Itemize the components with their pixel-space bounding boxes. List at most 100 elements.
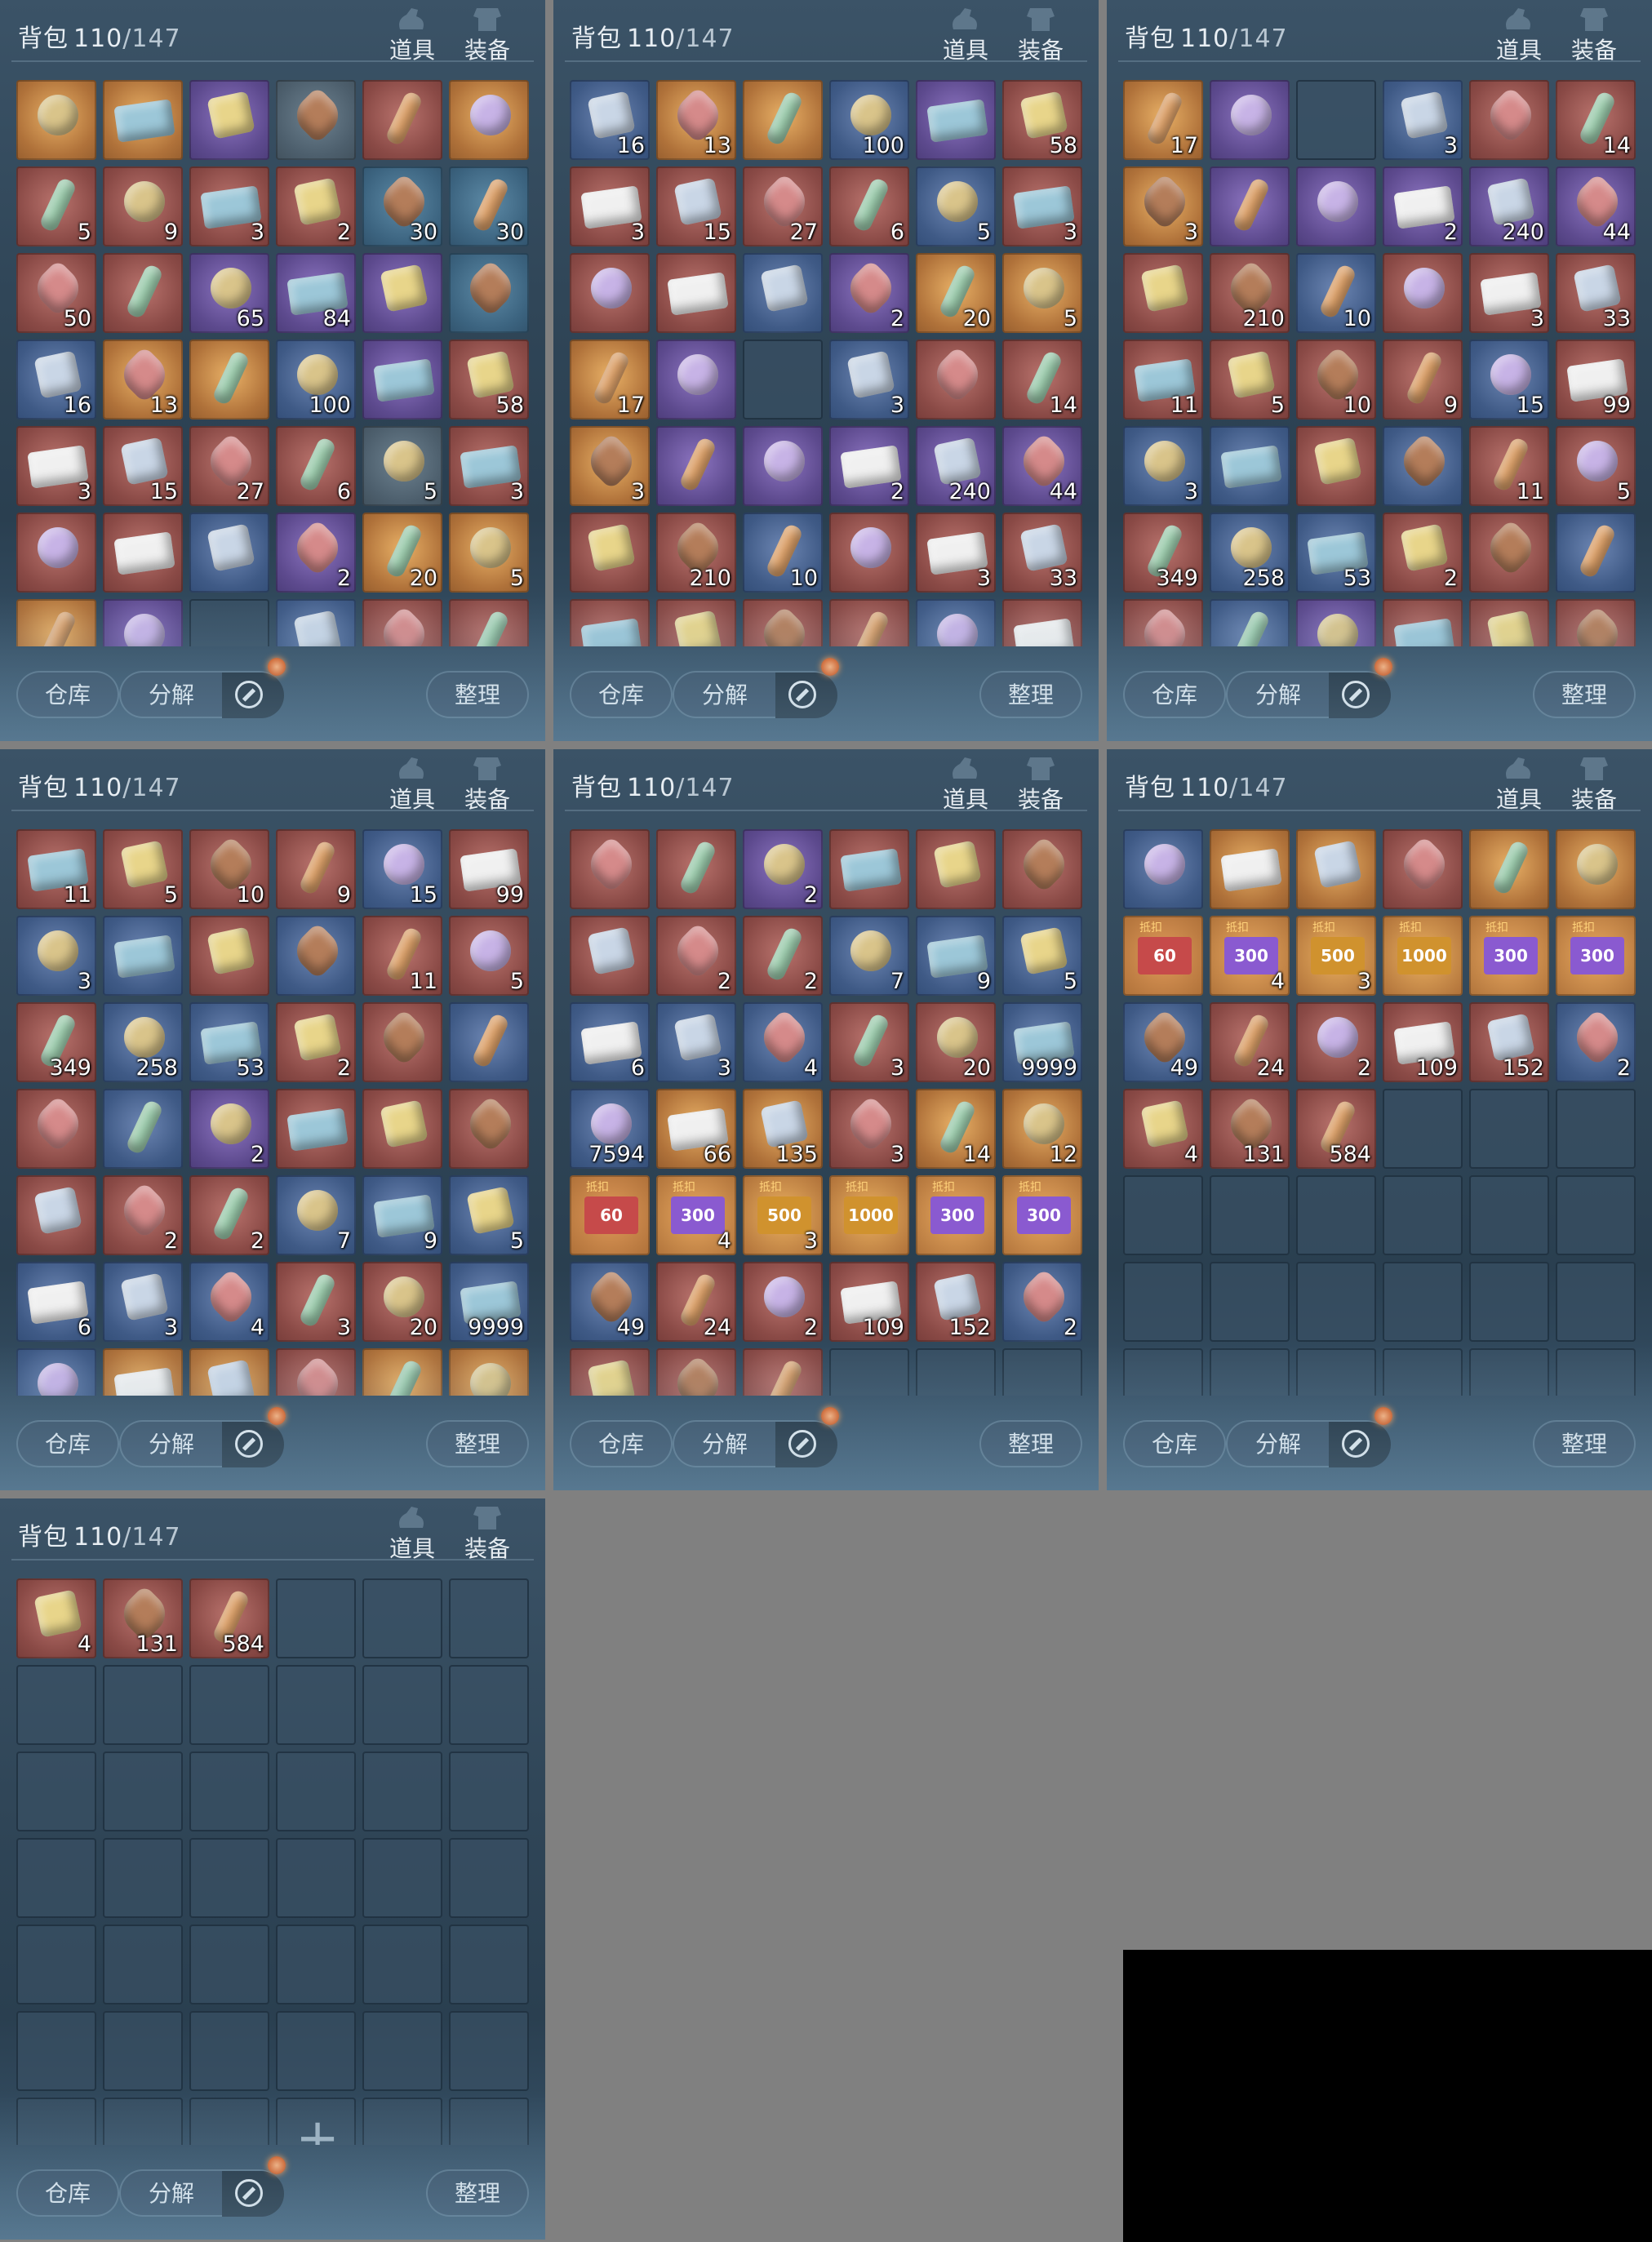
inventory-slot[interactable] [362, 340, 442, 420]
inventory-slot[interactable]: 4 [189, 1262, 269, 1342]
inventory-slot[interactable] [1296, 829, 1376, 909]
inventory-slot[interactable] [1002, 829, 1082, 909]
inventory-slot[interactable]: 66 [103, 1348, 183, 1396]
decompose-button[interactable]: 分解 [673, 1420, 837, 1467]
inventory-slot[interactable]: 2 [1296, 1002, 1376, 1082]
inventory-slot[interactable]: 27 [189, 426, 269, 506]
inventory-slot[interactable]: 3 [829, 1002, 909, 1082]
inventory-slot[interactable] [1123, 253, 1203, 333]
inventory-slot[interactable]: 109 [1383, 1002, 1463, 1082]
inventory-slot[interactable]: 3 [916, 513, 996, 593]
inventory-slot[interactable]: 20 [916, 1002, 996, 1082]
inventory-slot[interactable]: 584 [189, 1578, 269, 1658]
empty-slot[interactable] [1123, 1262, 1203, 1342]
inventory-slot[interactable] [276, 80, 356, 160]
inventory-slot[interactable]: 240 [916, 426, 996, 506]
inventory-slot[interactable]: 27 [743, 166, 823, 246]
empty-slot[interactable] [1296, 80, 1376, 160]
empty-slot[interactable] [1383, 1089, 1463, 1169]
inventory-slot[interactable]: 2 [743, 1262, 823, 1342]
empty-slot[interactable] [103, 1751, 183, 1831]
decompose-button[interactable]: 分解 [1226, 1420, 1391, 1467]
inventory-slot[interactable]: 10 [1296, 253, 1376, 333]
inventory-slot[interactable]: 584 [1296, 1089, 1376, 1169]
decompose-button[interactable]: 分解 [119, 671, 284, 718]
inventory-slot[interactable] [1469, 829, 1549, 909]
tab-equipment[interactable]: 装备 [457, 5, 517, 64]
inventory-slot[interactable] [1383, 426, 1463, 506]
empty-slot[interactable] [276, 1925, 356, 2004]
inventory-slot[interactable] [570, 253, 650, 333]
inventory-slot[interactable] [570, 513, 650, 593]
inventory-slot[interactable] [16, 1089, 96, 1169]
inventory-slot[interactable]: 14 [916, 1089, 996, 1169]
inventory-slot[interactable] [916, 80, 996, 160]
empty-slot[interactable] [1296, 1262, 1376, 1342]
inventory-slot[interactable] [449, 253, 529, 333]
inventory-slot[interactable]: 2 [829, 426, 909, 506]
inventory-slot[interactable] [189, 513, 269, 593]
empty-slot[interactable] [16, 2098, 96, 2145]
empty-slot[interactable] [16, 1751, 96, 1831]
inventory-slot[interactable]: 210 [1210, 253, 1290, 333]
empty-slot[interactable] [189, 1925, 269, 2004]
tab-equipment[interactable]: 装备 [1010, 5, 1071, 64]
inventory-slot[interactable]: 10 [1296, 340, 1376, 420]
empty-slot[interactable] [362, 1665, 442, 1745]
inventory-slot[interactable]: 33 [1556, 253, 1636, 333]
inventory-slot[interactable] [1296, 166, 1376, 246]
inventory-slot[interactable]: 349 [1123, 513, 1203, 593]
inventory-slot[interactable]: 2 [189, 1175, 269, 1255]
inventory-slot[interactable]: 3 [656, 1002, 736, 1082]
inventory-slot[interactable] [916, 340, 996, 420]
tab-equipment[interactable]: 装备 [457, 754, 517, 813]
decompose-button[interactable]: 分解 [1226, 671, 1391, 718]
inventory-slot[interactable]: 5 [16, 166, 96, 246]
inventory-slot[interactable] [16, 80, 96, 160]
empty-slot[interactable] [189, 1838, 269, 1918]
empty-slot[interactable] [276, 1838, 356, 1918]
inventory-slot[interactable]: 抵扣 300 [1469, 916, 1549, 996]
decompose-button[interactable]: 分解 [119, 1420, 284, 1467]
inventory-slot[interactable]: 65 [189, 253, 269, 333]
inventory-slot[interactable]: 2 [1556, 1002, 1636, 1082]
inventory-slot[interactable]: 53 [189, 1002, 269, 1082]
inventory-slot[interactable]: 3 [570, 426, 650, 506]
inventory-slot[interactable] [362, 599, 442, 646]
sort-button[interactable]: 整理 [979, 671, 1082, 718]
inventory-slot[interactable]: 109 [829, 1262, 909, 1342]
inventory-slot[interactable]: 2 [1296, 599, 1376, 646]
inventory-slot[interactable]: 3 [829, 1089, 909, 1169]
decompose-toggle[interactable] [1329, 1422, 1391, 1467]
inventory-slot[interactable]: 2 [1002, 1262, 1082, 1342]
inventory-slot[interactable]: 15 [1469, 340, 1549, 420]
inventory-slot[interactable]: 6 [276, 426, 356, 506]
inventory-slot[interactable]: 3 [1383, 80, 1463, 160]
decompose-toggle[interactable] [222, 673, 284, 718]
inventory-slot[interactable] [16, 513, 96, 593]
inventory-slot[interactable]: 3 [189, 166, 269, 246]
inventory-slot[interactable] [916, 829, 996, 909]
inventory-slot[interactable]: 131 [103, 1578, 183, 1658]
decompose-toggle[interactable] [222, 1422, 284, 1467]
inventory-slot[interactable]: 2 [276, 1002, 356, 1082]
empty-slot[interactable] [103, 1838, 183, 1918]
empty-slot[interactable] [189, 2011, 269, 2091]
empty-slot[interactable] [743, 340, 823, 420]
inventory-slot[interactable]: 5 [1002, 916, 1082, 996]
inventory-slot[interactable]: 2 [1383, 166, 1463, 246]
empty-slot[interactable] [276, 2011, 356, 2091]
inventory-slot[interactable] [1002, 599, 1082, 646]
empty-slot[interactable] [276, 1751, 356, 1831]
sort-button[interactable]: 整理 [979, 1420, 1082, 1467]
empty-slot[interactable] [829, 1348, 909, 1396]
empty-slot[interactable] [189, 2098, 269, 2145]
inventory-slot[interactable]: 131 [1210, 1089, 1290, 1169]
empty-slot[interactable] [1210, 1348, 1290, 1396]
empty-slot[interactable] [16, 2011, 96, 2091]
inventory-slot[interactable]: 100 [276, 340, 356, 420]
inventory-slot[interactable]: 33 [1002, 513, 1082, 593]
inventory-slot[interactable] [1556, 599, 1636, 646]
inventory-slot[interactable]: 4 [743, 1002, 823, 1082]
empty-slot[interactable] [103, 1925, 183, 2004]
